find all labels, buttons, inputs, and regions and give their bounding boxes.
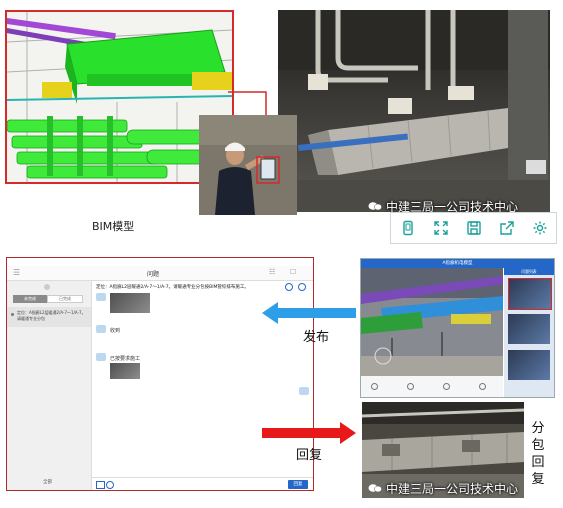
refresh-icon[interactable] [44,284,50,290]
status-bar [7,258,313,266]
avatar [96,325,106,333]
phone-issue-panel: 问题列表 [504,268,554,397]
reply-arrow [262,422,356,444]
construction-site-photo: 中建三局一公司技术中心 [278,10,550,212]
tablet-icon[interactable] [397,217,419,239]
wechat-icon [368,200,382,211]
reply-bar: 回复 [92,477,313,490]
issue-photo[interactable] [110,293,150,313]
issue-thumb[interactable] [508,314,550,344]
inspector-photo [199,115,297,215]
nav-icon[interactable] [443,383,450,390]
gear-icon[interactable] [529,217,551,239]
phone-side-title: 问题列表 [504,268,554,275]
label-char: 回 [531,455,545,470]
locate-icon[interactable] [285,283,293,291]
issue-list-item[interactable]: 定位：A指廊L2层暖通2/A-7～1/A-7。请暖通专业分包 [7,307,91,327]
tab-unfinished[interactable]: 未完成 [13,295,47,303]
mobile-model-app: A指廊机电模型 问题列表 [360,258,555,398]
app-header: ☰ 问题 ☷ ☐ [7,266,313,281]
menu-icon[interactable]: ☰ [13,268,20,277]
info-icon[interactable] [298,283,306,291]
issue-thumb-selected[interactable] [508,278,552,310]
reply-done: 已按要求施工 [110,356,141,362]
tab-finished[interactable]: 已完成 [47,295,83,303]
list-icon[interactable]: ☷ [269,268,275,276]
phone-3d-drawing [361,268,503,376]
publish-label: 发布 [303,330,330,345]
inspector-drawing [199,115,297,215]
save-icon[interactable] [463,217,485,239]
subcontract-reply-label: 分 包 回 复 [530,420,546,488]
bullet-icon [11,313,14,316]
done-photo[interactable] [110,363,140,379]
phone-title: A指廊机电模型 [361,259,554,268]
image-icon[interactable] [96,481,105,489]
avatar [96,293,106,301]
issue-list-text: 定位：A指廊L2层暖通2/A-7～1/A-7。请暖通专业分包 [17,310,86,321]
label-char: 分 [531,421,545,436]
app-title: 问题 [147,271,160,278]
expand-icon[interactable] [430,217,452,239]
watermark-ceiling: 中建三局一公司技术中心 [368,480,518,497]
reply-received: 收到 [110,328,121,334]
model-toolbar [390,212,557,244]
reply-label: 回复 [296,448,323,463]
watermark-site: 中建三局一公司技术中心 [368,198,518,212]
phone-3d-view[interactable] [361,268,503,376]
footer-all[interactable]: 全部 [43,479,52,485]
nav-icon[interactable] [479,383,486,390]
tablet-issue-app: ☰ 问题 ☷ ☐ 未完成 已完成 定位：A指廊L2层暖通2/A-7～1/A-7。… [6,257,314,491]
bim-caption: BIM模型 [92,220,135,233]
label-char: 复 [531,472,545,487]
issue-thumb[interactable] [508,350,550,380]
wechat-icon [368,482,382,493]
avatar [96,353,106,361]
chat-icon[interactable]: ☐ [290,268,296,276]
ceiling-ducts-drawing [278,10,550,212]
phone-bottom-bar [361,376,503,397]
nav-icon[interactable] [371,383,378,390]
issue-sidebar: 未完成 已完成 定位：A指廊L2层暖通2/A-7～1/A-7。请暖通专业分包 全… [7,281,92,490]
reply-button[interactable]: 回复 [288,480,308,489]
label-char: 包 [531,438,545,453]
export-icon[interactable] [496,217,518,239]
nav-icon[interactable] [407,383,414,390]
avatar [299,387,309,395]
at-icon[interactable] [106,481,114,489]
subcontract-site-photo: 中建三局一公司技术中心 [362,402,524,498]
issue-header: 定位：A指廊L2层暖通2/A-7～1/A-7。请暖通专业分包按BIM管综排布施工… [96,285,249,290]
publish-arrow [262,302,356,324]
